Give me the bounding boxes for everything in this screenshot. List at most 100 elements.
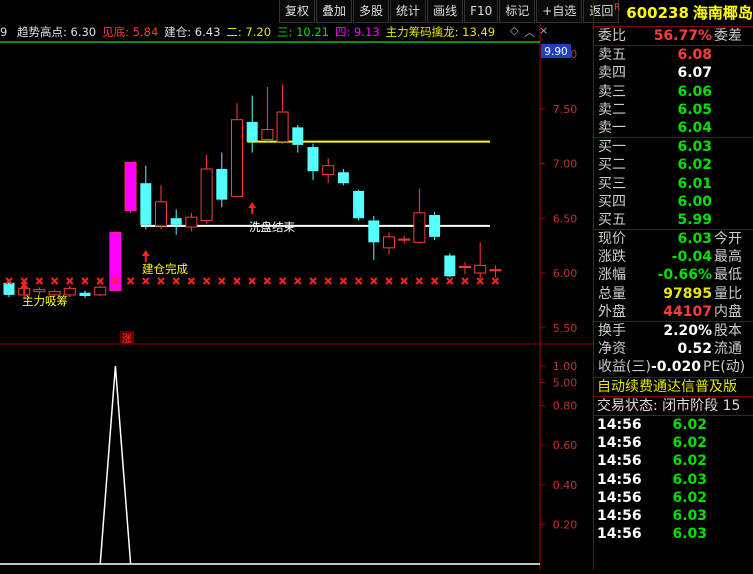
tick-row: 14:56 6.02: [594, 434, 753, 452]
stat-row: 涨幅 -0.66% 最低: [594, 266, 753, 284]
current-price-label: 9.90: [544, 46, 567, 58]
candle-body: [474, 264, 487, 274]
multi-stock-button[interactable]: 多股: [353, 0, 390, 23]
fund-label: 收益(三): [598, 359, 651, 376]
sell-row: 卖一 6.04: [594, 119, 753, 137]
annotation-shakeout_done: 洗盘结束: [249, 220, 295, 234]
sell-row: 卖五 6.08: [594, 46, 753, 64]
lower-tick-label: 1.00: [553, 360, 578, 373]
mark-button[interactable]: 标记: [499, 0, 536, 23]
indicator-label: 三:: [277, 25, 293, 39]
signal-x-marker: [400, 277, 408, 285]
stock-code: 600238: [626, 4, 689, 22]
indicator-item: 建仓: 6.43: [164, 25, 220, 39]
stat-value: -0.66%: [657, 267, 712, 284]
buy-price: 6.01: [677, 175, 712, 192]
lower-tick-label: 0.80: [553, 400, 578, 413]
highlight-candle: [125, 162, 137, 211]
candle-body: [79, 292, 91, 296]
sell-label: 卖一: [598, 119, 626, 136]
signal-x-marker: [96, 277, 104, 285]
candle-body: [459, 265, 471, 269]
buy-label: 买二: [598, 157, 626, 174]
tick-row: 14:56 6.03: [594, 525, 753, 543]
signal-x-marker: [294, 277, 302, 285]
tick-row: 14:56 6.03: [594, 471, 753, 489]
kline-chart-area[interactable]: 9.509.008.508.007.507.006.506.005.505.00…: [0, 0, 620, 570]
buy-label: 买三: [598, 175, 626, 192]
indicator-item: 三: 10.21: [277, 25, 329, 39]
tick-row: 14:56 6.03: [594, 507, 753, 525]
signal-x-marker: [202, 277, 211, 285]
toolbar: 复权 叠加 多股 统计 画线 F10 标记 +自选 返回: [278, 0, 620, 24]
signal-x-marker: [278, 277, 287, 285]
indicator-item: 趋势高点: 6.30: [17, 25, 96, 39]
candle-body: [292, 127, 304, 145]
sell-row: 卖三 6.06: [594, 83, 753, 101]
draw-line-button[interactable]: 画线: [427, 0, 464, 23]
candle-body: [216, 168, 228, 200]
tick-time: 14:56: [597, 489, 642, 506]
indicator-value: 9.13: [350, 25, 380, 39]
price-tick-label: 6.50: [553, 212, 578, 225]
diamond-icon[interactable]: ◇: [510, 24, 518, 37]
price-tick-label: 5.50: [553, 322, 578, 335]
stat-label2: 内盘: [714, 303, 742, 320]
f10-button[interactable]: F10: [464, 0, 499, 23]
signal-x-marker: [476, 277, 484, 285]
tick-price: 6.02: [672, 435, 707, 452]
lower-tick-label: 0.60: [553, 439, 578, 452]
buy-price: 6.02: [677, 157, 712, 174]
candle-body: [185, 216, 198, 228]
tick-list[interactable]: 14:56 6.02 14:56 6.02 14:56 6.02 14:56 6.03 …: [594, 414, 753, 543]
stat-label: 外盘: [598, 303, 626, 320]
tick-time: 14:56: [597, 416, 642, 433]
notice-row[interactable]: 自动续费通达信普及版: [594, 376, 753, 396]
sell-price: 6.04: [677, 119, 712, 136]
up-arrow-icon: [248, 202, 257, 208]
candle-body: [140, 183, 152, 225]
sell-price: 6.08: [677, 47, 712, 64]
fund-row: 收益(三) -0.020 PE(动): [594, 358, 753, 376]
candle-body: [353, 190, 365, 219]
restore-rights-button[interactable]: 复权: [279, 0, 316, 23]
candle-body: [94, 286, 107, 296]
signal-x-marker: [461, 277, 469, 285]
renewal-notice[interactable]: 自动续费通达信普及版: [597, 378, 737, 396]
indicator-label: 趋势高点:: [16, 25, 67, 39]
tick-price: 6.03: [672, 526, 707, 543]
fund-row: 换手 2.20% 股本: [594, 322, 753, 340]
signal-x-marker: [172, 277, 180, 285]
indicator-values: 9 趋势高点: 6.30 见底: 5.84 建仓: 6.43 二: 7.20 三: 10…: [0, 23, 540, 41]
close-icon[interactable]: ×: [539, 24, 548, 37]
fund-label2: 流通: [714, 341, 742, 358]
tick-price: 6.03: [672, 507, 707, 524]
kline-chart[interactable]: 9.509.008.508.007.507.006.506.005.505.00…: [0, 0, 593, 570]
statistics-button[interactable]: 统计: [390, 0, 427, 23]
trade-status: 交易状态: 闭市阶段 15: [597, 397, 741, 414]
indicator-label: 见底:: [102, 25, 129, 39]
signal-x-marker: [35, 277, 44, 285]
signal-x-marker: [50, 277, 59, 285]
add-watchlist-button[interactable]: +自选: [536, 0, 583, 23]
fund-label: 净资: [598, 341, 626, 358]
candle-body: [429, 214, 441, 237]
indicator-label: 建仓:: [164, 25, 192, 39]
buy-row: 买三 6.01: [594, 175, 753, 193]
signal-x-marker: [126, 277, 135, 285]
signal-x-marker: [142, 277, 150, 285]
chevron-up-icon[interactable]: ︿: [524, 24, 535, 40]
tick-time: 14:56: [597, 471, 642, 488]
indicator-item: 二: 7.20: [226, 25, 271, 39]
price-tick-label: 7.00: [553, 158, 578, 171]
candle-body: [368, 220, 380, 243]
overlay-button[interactable]: 叠加: [316, 0, 353, 23]
candle-body: [246, 121, 258, 142]
stock-header: R 600238 海南椰岛: [594, 0, 753, 26]
indicator-value: 6.43: [191, 25, 221, 39]
sell-orders: 卖五 6.08 卖四 6.07 卖三 6.06 卖二 6.05 卖一 6.04: [594, 45, 753, 137]
stat-label: 现价: [598, 231, 626, 248]
tick-row: 14:56 6.02: [594, 452, 753, 470]
sell-row: 卖二 6.05: [594, 101, 753, 119]
status-row: 交易状态: 闭市阶段 15: [594, 395, 753, 415]
